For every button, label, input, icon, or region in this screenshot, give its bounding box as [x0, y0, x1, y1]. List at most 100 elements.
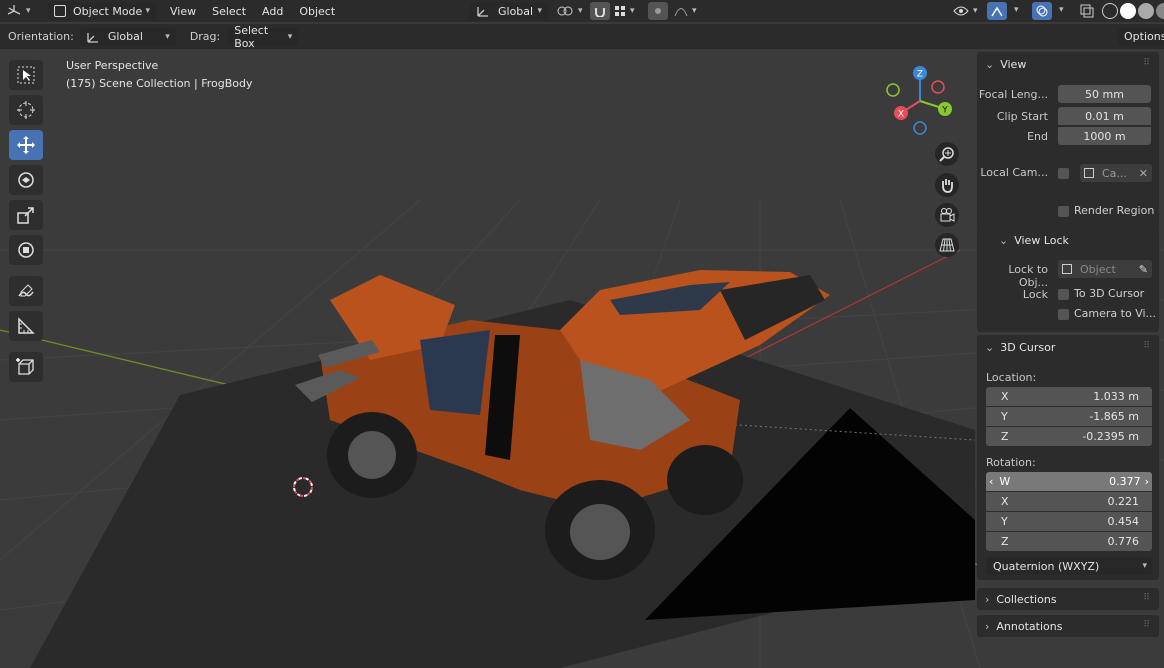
axis-value: 1.033 m	[1093, 390, 1139, 403]
perspective-toggle-button[interactable]	[935, 233, 959, 257]
drag-grip-icon[interactable]: ⠿	[1143, 341, 1151, 351]
transform-orientation-dropdown[interactable]: Global ▾	[470, 2, 548, 20]
gizmo-z-label: Z	[917, 70, 923, 80]
collections-panel[interactable]: › Collections ⠿	[977, 588, 1159, 610]
add-cube-icon	[16, 358, 34, 375]
scale-tool[interactable]	[9, 200, 43, 230]
local-camera-field[interactable]: Ca... ✕	[1080, 164, 1152, 182]
pan-button[interactable]	[935, 173, 959, 197]
clip-start-label: Clip Start	[996, 110, 1048, 123]
camera-view-button[interactable]	[935, 203, 959, 227]
rotation-mode-dropdown[interactable]: Quaternion (WXYZ) ▾	[986, 557, 1152, 575]
drag-setting-value: Select Box	[234, 23, 269, 50]
menu-select[interactable]: Select	[204, 5, 254, 18]
wireframe-shading-icon[interactable]	[1102, 3, 1118, 19]
drag-setting-dropdown[interactable]: Select Box ▾	[228, 24, 299, 50]
drag-grip-icon[interactable]: ⠿	[1143, 593, 1151, 603]
editor-type-button[interactable]: ▾	[6, 4, 40, 18]
options-button[interactable]: Options	[1118, 27, 1164, 46]
axis-value: -1.865 m	[1089, 410, 1139, 423]
gizmo-toggle[interactable]	[987, 2, 1007, 20]
increment-arrow-icon[interactable]: ›	[1145, 475, 1149, 488]
annotations-panel[interactable]: › Annotations ⠿	[977, 615, 1159, 637]
rotation-z-field[interactable]: Z 0.776	[986, 532, 1152, 551]
chevron-down-icon: ⌄	[985, 57, 995, 71]
drag-grip-icon[interactable]: ⠿	[1143, 620, 1151, 630]
solid-shading-icon[interactable]	[1120, 3, 1136, 19]
tool-shelf	[9, 60, 47, 387]
dot-icon	[655, 8, 661, 14]
select-box-tool[interactable]	[9, 60, 43, 90]
cursor-tool[interactable]	[9, 95, 43, 125]
lock-to-object-field[interactable]: Object ✎	[1058, 260, 1152, 278]
clip-end-field[interactable]: 1000 m	[1058, 127, 1151, 145]
menu-object[interactable]: Object	[291, 5, 343, 18]
render-region-checkbox[interactable]	[1058, 206, 1069, 217]
orientation-icon	[87, 32, 98, 43]
menu-view[interactable]: View	[162, 5, 204, 18]
rendered-shading-icon[interactable]	[1156, 3, 1164, 19]
local-camera-checkbox[interactable]	[1058, 168, 1069, 179]
orientation-setting-dropdown[interactable]: Global ▾	[79, 27, 176, 46]
falloff-button[interactable]: ▾	[674, 5, 697, 17]
chevron-right-icon: ›	[985, 619, 990, 633]
view-panel-header[interactable]: ⌄ View	[985, 53, 1026, 75]
collections-title: Collections	[996, 592, 1057, 606]
axis-label: Z	[1001, 430, 1009, 443]
move-tool[interactable]	[9, 130, 43, 160]
grid-snap-icon	[615, 6, 625, 16]
3d-cursor-header[interactable]: ⌄ 3D Cursor	[985, 336, 1055, 358]
rotation-w-field[interactable]: ‹ W 0.377 ›	[986, 472, 1152, 491]
object-icon	[1062, 264, 1072, 274]
view-lock-header[interactable]: ⌄ View Lock	[999, 229, 1069, 251]
xray-toggle[interactable]	[1078, 2, 1096, 20]
gizmo-y-label: Y	[941, 106, 948, 116]
focal-length-label: Focal Leng...	[978, 88, 1048, 101]
cursor-target-icon	[17, 101, 35, 119]
axis-value: 0.454	[1107, 515, 1140, 528]
eyedropper-icon[interactable]: ✎	[1139, 263, 1148, 276]
location-x-field[interactable]: X 1.033 m	[986, 387, 1152, 406]
rotation-mode-value: Quaternion (WXYZ)	[993, 559, 1100, 573]
annotate-tool[interactable]	[9, 276, 43, 306]
mode-label: Object Mode	[73, 4, 143, 18]
visibility-button[interactable]: ▾	[953, 5, 978, 17]
camera-to-view-checkbox[interactable]	[1058, 309, 1069, 320]
pivot-point-button[interactable]: ▾	[556, 4, 583, 18]
snap-target-button[interactable]: ▾	[614, 5, 635, 17]
zoom-button[interactable]	[935, 142, 959, 166]
chevron-down-icon: ▾	[973, 6, 978, 16]
lock-to-object-label: Lock to Obj...	[1008, 263, 1048, 289]
chevron-down-icon: ▾	[537, 6, 542, 16]
annotations-header[interactable]: › Annotations	[985, 615, 1062, 637]
editor-header: ▾ Object Mode ▾ View Select Add Object G…	[0, 0, 1164, 22]
focal-length-field[interactable]: 50 mm	[1058, 85, 1151, 103]
collections-header[interactable]: › Collections	[985, 588, 1057, 610]
chevron-down-icon[interactable]: ▾	[1014, 5, 1019, 15]
location-z-field[interactable]: Z -0.2395 m	[986, 427, 1152, 446]
rotate-tool[interactable]	[9, 165, 43, 195]
proportional-edit-toggle[interactable]	[648, 2, 668, 20]
location-y-field[interactable]: Y -1.865 m	[986, 407, 1152, 426]
lock-to-cursor-checkbox[interactable]	[1058, 289, 1069, 300]
measure-tool[interactable]	[9, 311, 43, 341]
clip-start-field[interactable]: 0.01 m	[1058, 107, 1151, 125]
snap-toggle[interactable]	[590, 2, 610, 20]
clear-x-icon[interactable]: ✕	[1139, 167, 1148, 180]
overlays-toggle[interactable]	[1032, 2, 1052, 20]
chevron-down-icon: ⌄	[999, 233, 1009, 247]
rotation-y-field[interactable]: Y 0.454	[986, 512, 1152, 531]
pivot-icon	[557, 6, 573, 16]
camera-icon	[940, 208, 955, 222]
add-cube-tool[interactable]	[9, 352, 43, 382]
transform-tool[interactable]	[9, 235, 43, 265]
drag-grip-icon[interactable]: ⠿	[1143, 58, 1151, 68]
decrement-arrow-icon[interactable]: ‹	[989, 475, 993, 488]
navigation-gizmo[interactable]: Z Y X	[882, 63, 958, 139]
material-shading-icon[interactable]	[1138, 3, 1154, 19]
rotation-x-field[interactable]: X 0.221	[986, 492, 1152, 511]
chevron-down-icon[interactable]: ▾	[1059, 5, 1064, 15]
menu-add[interactable]: Add	[254, 5, 291, 18]
transform-icon	[18, 242, 34, 258]
mode-dropdown[interactable]: Object Mode ▾	[48, 2, 156, 20]
